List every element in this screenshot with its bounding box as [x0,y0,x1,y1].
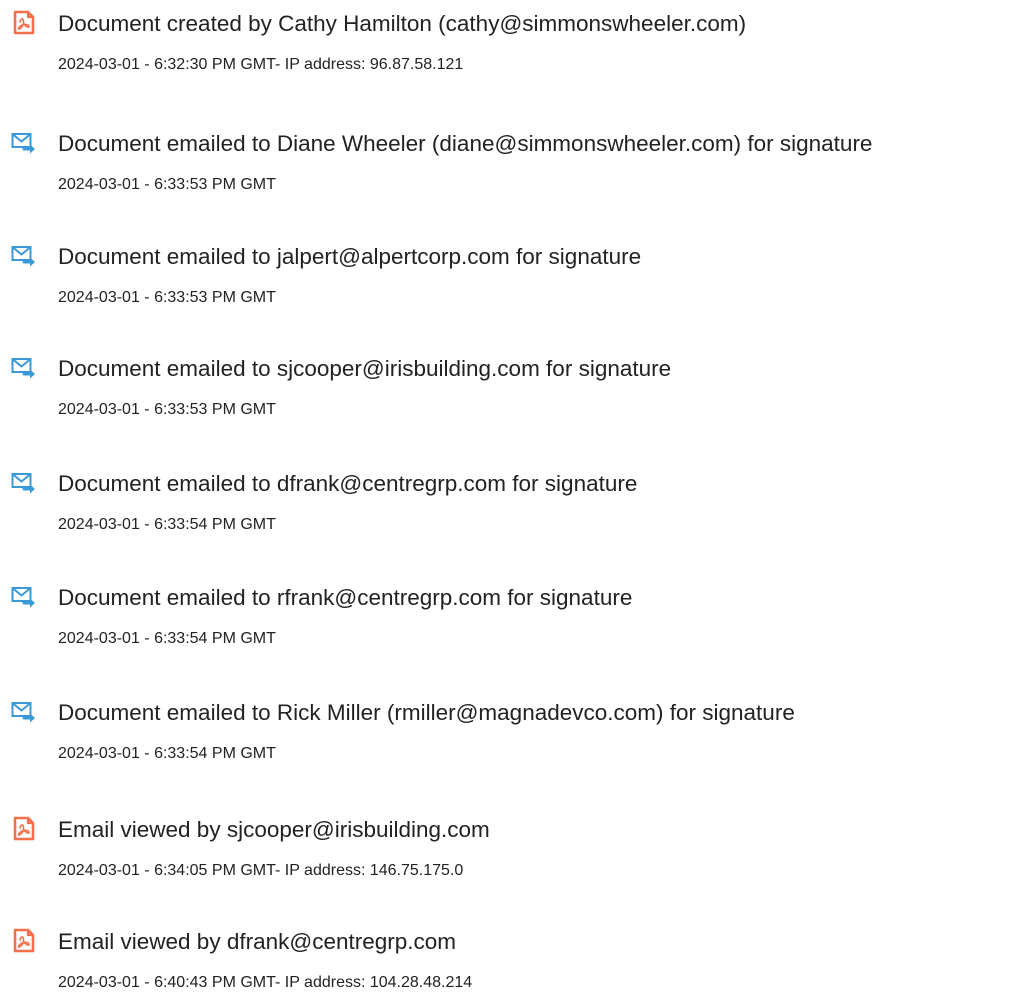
audit-entry: Document emailed to dfrank@centregrp.com… [0,469,1023,549]
entry-timestamp: 2024-03-01 - 6:33:53 PM GMT [58,289,276,306]
entry-title: Document emailed to sjcooper@irisbuildin… [58,356,672,381]
entry-timestamp: 2024-03-01 - 6:33:54 PM GMT [58,745,276,762]
audit-entry: Document emailed to jalpert@alpertcorp.c… [0,242,1023,322]
document-icon [11,816,37,842]
entry-title: Document emailed to Rick Miller (rmiller… [58,700,795,725]
email-sent-icon [11,130,37,156]
email-sent-icon [11,584,37,610]
entry-title: Email viewed by sjcooper@irisbuilding.co… [58,817,490,842]
entry-timestamp: 2024-03-01 - 6:33:53 PM GMT [58,401,276,418]
audit-entry: Email viewed by dfrank@centregrp.com 202… [0,927,1023,1007]
audit-entry: Document emailed to rfrank@centregrp.com… [0,583,1023,663]
entry-timestamp: 2024-03-01 - 6:32:30 PM GMT- IP address:… [58,56,464,73]
entry-title: Document emailed to Diane Wheeler (diane… [58,131,873,156]
audit-entry: Document emailed to sjcooper@irisbuildin… [0,354,1023,434]
entry-title: Document emailed to dfrank@centregrp.com… [58,471,638,496]
entry-timestamp: 2024-03-01 - 6:33:54 PM GMT [58,630,276,647]
audit-entry: Document created by Cathy Hamilton (cath… [0,9,1023,89]
audit-entry: Email viewed by sjcooper@irisbuilding.co… [0,815,1023,895]
email-sent-icon [11,355,37,381]
entry-timestamp: 2024-03-01 - 6:33:54 PM GMT [58,516,276,533]
entry-timestamp: 2024-03-01 - 6:33:53 PM GMT [58,176,276,193]
entry-timestamp: 2024-03-01 - 6:34:05 PM GMT- IP address:… [58,862,464,879]
email-sent-icon [11,470,37,496]
entry-timestamp: 2024-03-01 - 6:40:43 PM GMT- IP address:… [58,974,473,991]
entry-title: Document emailed to jalpert@alpertcorp.c… [58,244,642,269]
entry-title: Document created by Cathy Hamilton (cath… [58,11,747,36]
document-icon [11,10,37,36]
entry-title: Document emailed to rfrank@centregrp.com… [58,585,633,610]
email-sent-icon [11,699,37,725]
email-sent-icon [11,243,37,269]
audit-entry: Document emailed to Diane Wheeler (diane… [0,129,1023,209]
document-icon [11,928,37,954]
entry-title: Email viewed by dfrank@centregrp.com [58,929,457,954]
audit-entry: Document emailed to Rick Miller (rmiller… [0,698,1023,778]
